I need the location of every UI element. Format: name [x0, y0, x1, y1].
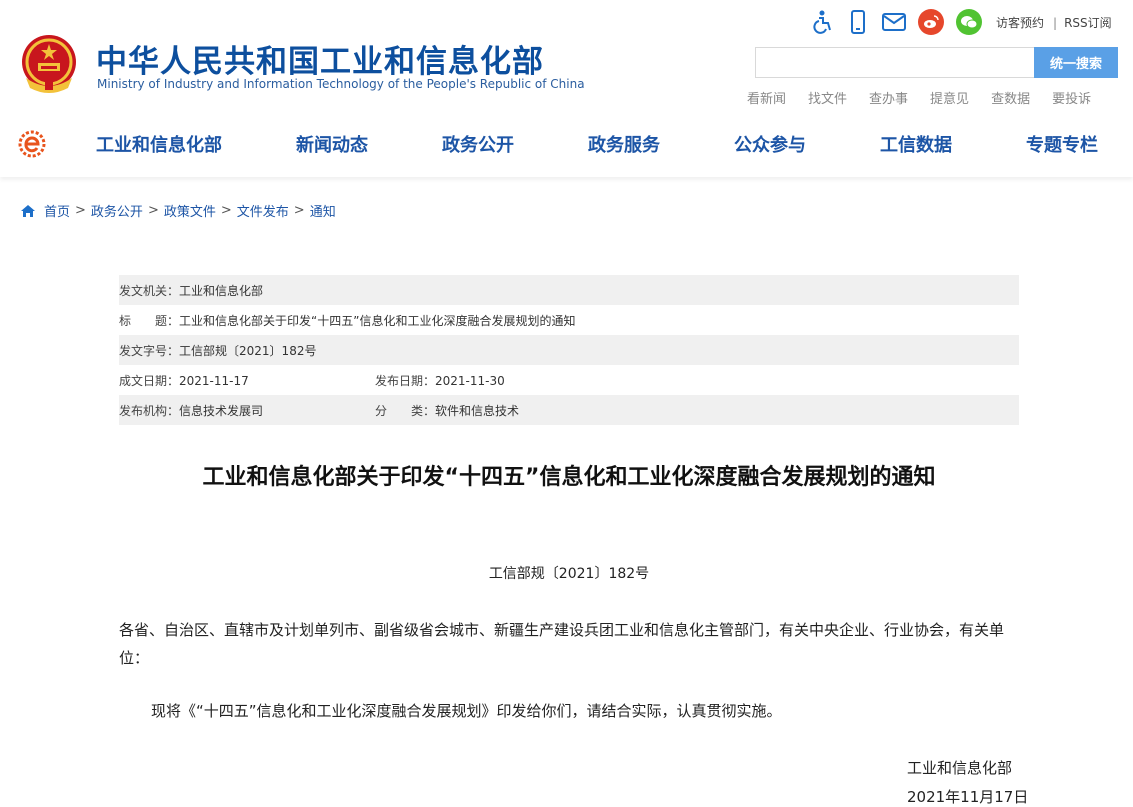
- meta-row-dates: 成文日期：2021-11-17 发布日期：2021-11-30: [119, 365, 1019, 395]
- nav-item-miit[interactable]: 工业和信息化部: [96, 131, 222, 157]
- meta-issuer-label: 发文机关：: [119, 283, 180, 298]
- national-emblem-icon[interactable]: [18, 32, 80, 96]
- article-date: 2021年11月17日: [907, 788, 1029, 806]
- rss-link[interactable]: RSS订阅: [1064, 16, 1112, 30]
- meta-docno-label: 发文字号：: [119, 343, 180, 358]
- meta-category-label: 分 类：: [375, 403, 436, 418]
- meta-row-title: 标 题： 工业和信息化部关于印发“十四五”信息化和工业化深度融合发展规划的通知: [119, 305, 1019, 335]
- miit-logo-icon[interactable]: [17, 129, 47, 159]
- nav-item-data[interactable]: 工信数据: [880, 131, 952, 157]
- top-icon-bar: [810, 8, 994, 36]
- meta-title-label: 标 题：: [119, 313, 180, 328]
- quick-link-data[interactable]: 查数据: [991, 88, 1030, 107]
- meta-row-docno: 发文字号： 工信部规〔2021〕182号: [119, 335, 1019, 365]
- breadcrumb-policy-files[interactable]: 政策文件: [164, 201, 216, 220]
- meta-row-org: 发布机构：信息技术发展司 分 类：软件和信息技术: [119, 395, 1019, 425]
- quick-link-services[interactable]: 查办事: [869, 88, 908, 107]
- nav-item-topics[interactable]: 专题专栏: [1026, 131, 1098, 157]
- site-title-en: Ministry of Industry and Information Tec…: [97, 77, 585, 91]
- weibo-icon[interactable]: [918, 9, 944, 35]
- top-links: 访客预约 | RSS订阅: [996, 14, 1112, 31]
- nav-item-gov-affairs[interactable]: 政务公开: [442, 131, 514, 157]
- breadcrumb-notice[interactable]: 通知: [310, 201, 336, 220]
- breadcrumb-home[interactable]: 首页: [44, 201, 70, 220]
- quick-link-complaint[interactable]: 要投诉: [1052, 88, 1091, 107]
- meta-org-value: 信息技术发展司: [179, 403, 264, 418]
- meta-docno-value: 工信部规〔2021〕182号: [179, 343, 317, 358]
- breadcrumb: 首页 > 政务公开 > 政策文件 > 文件发布 > 通知: [20, 201, 336, 220]
- breadcrumb-separator: >: [293, 203, 305, 218]
- meta-category-value: 软件和信息技术: [435, 403, 520, 418]
- breadcrumb-separator: >: [147, 203, 159, 218]
- meta-created-label: 成文日期：: [119, 373, 180, 388]
- nav-item-gov-services[interactable]: 政务服务: [588, 131, 660, 157]
- quick-link-news[interactable]: 看新闻: [747, 88, 786, 107]
- site-title-cn: 中华人民共和国工业和信息化部: [96, 44, 544, 80]
- nav-item-participation[interactable]: 公众参与: [734, 131, 806, 157]
- article-title: 工业和信息化部关于印发“十四五”信息化和工业化深度融合发展规划的通知: [202, 465, 936, 490]
- wechat-icon[interactable]: [956, 9, 982, 35]
- quick-link-feedback[interactable]: 提意见: [930, 88, 969, 107]
- accessibility-icon[interactable]: [810, 10, 834, 34]
- quick-links: 看新闻 找文件 查办事 提意见 查数据 要投诉: [747, 88, 1091, 107]
- nav-item-news[interactable]: 新闻动态: [296, 131, 368, 157]
- meta-created-value: 2021-11-17: [179, 373, 249, 388]
- meta-issuer-value: 工业和信息化部: [179, 283, 264, 298]
- search-button[interactable]: 统一搜索: [1034, 47, 1118, 78]
- article-recipients: 各省、自治区、直辖市及计划单列市、副省级省会城市、新疆生产建设兵团工业和信息化主…: [119, 621, 1005, 667]
- breadcrumb-file-release[interactable]: 文件发布: [237, 201, 289, 220]
- meta-published-label: 发布日期：: [375, 373, 436, 388]
- mobile-icon[interactable]: [846, 10, 870, 34]
- article-body: 现将《“十四五”信息化和工业化深度融合发展规划》印发给你们，请结合实际，认真贯彻…: [151, 702, 782, 720]
- search-input[interactable]: [755, 47, 1034, 78]
- meta-published-value: 2021-11-30: [435, 373, 505, 388]
- visitor-appointment-link[interactable]: 访客预约: [996, 16, 1044, 30]
- breadcrumb-gov-affairs[interactable]: 政务公开: [91, 201, 143, 220]
- quick-link-files[interactable]: 找文件: [808, 88, 847, 107]
- article-doc-number: 工信部规〔2021〕182号: [488, 566, 650, 582]
- home-icon[interactable]: [20, 204, 36, 218]
- meta-title-value: 工业和信息化部关于印发“十四五”信息化和工业化深度融合发展规划的通知: [179, 313, 576, 328]
- meta-row-issuer: 发文机关： 工业和信息化部: [119, 275, 1019, 305]
- breadcrumb-separator: >: [220, 203, 232, 218]
- top-links-divider: |: [1053, 16, 1058, 30]
- document-meta-table: 发文机关： 工业和信息化部 标 题： 工业和信息化部关于印发“十四五”信息化和工业化…: [119, 275, 1019, 425]
- meta-org-label: 发布机构：: [119, 403, 180, 418]
- breadcrumb-separator: >: [75, 203, 86, 218]
- article-signature: 工业和信息化部: [907, 759, 1013, 777]
- mail-icon[interactable]: [882, 10, 906, 34]
